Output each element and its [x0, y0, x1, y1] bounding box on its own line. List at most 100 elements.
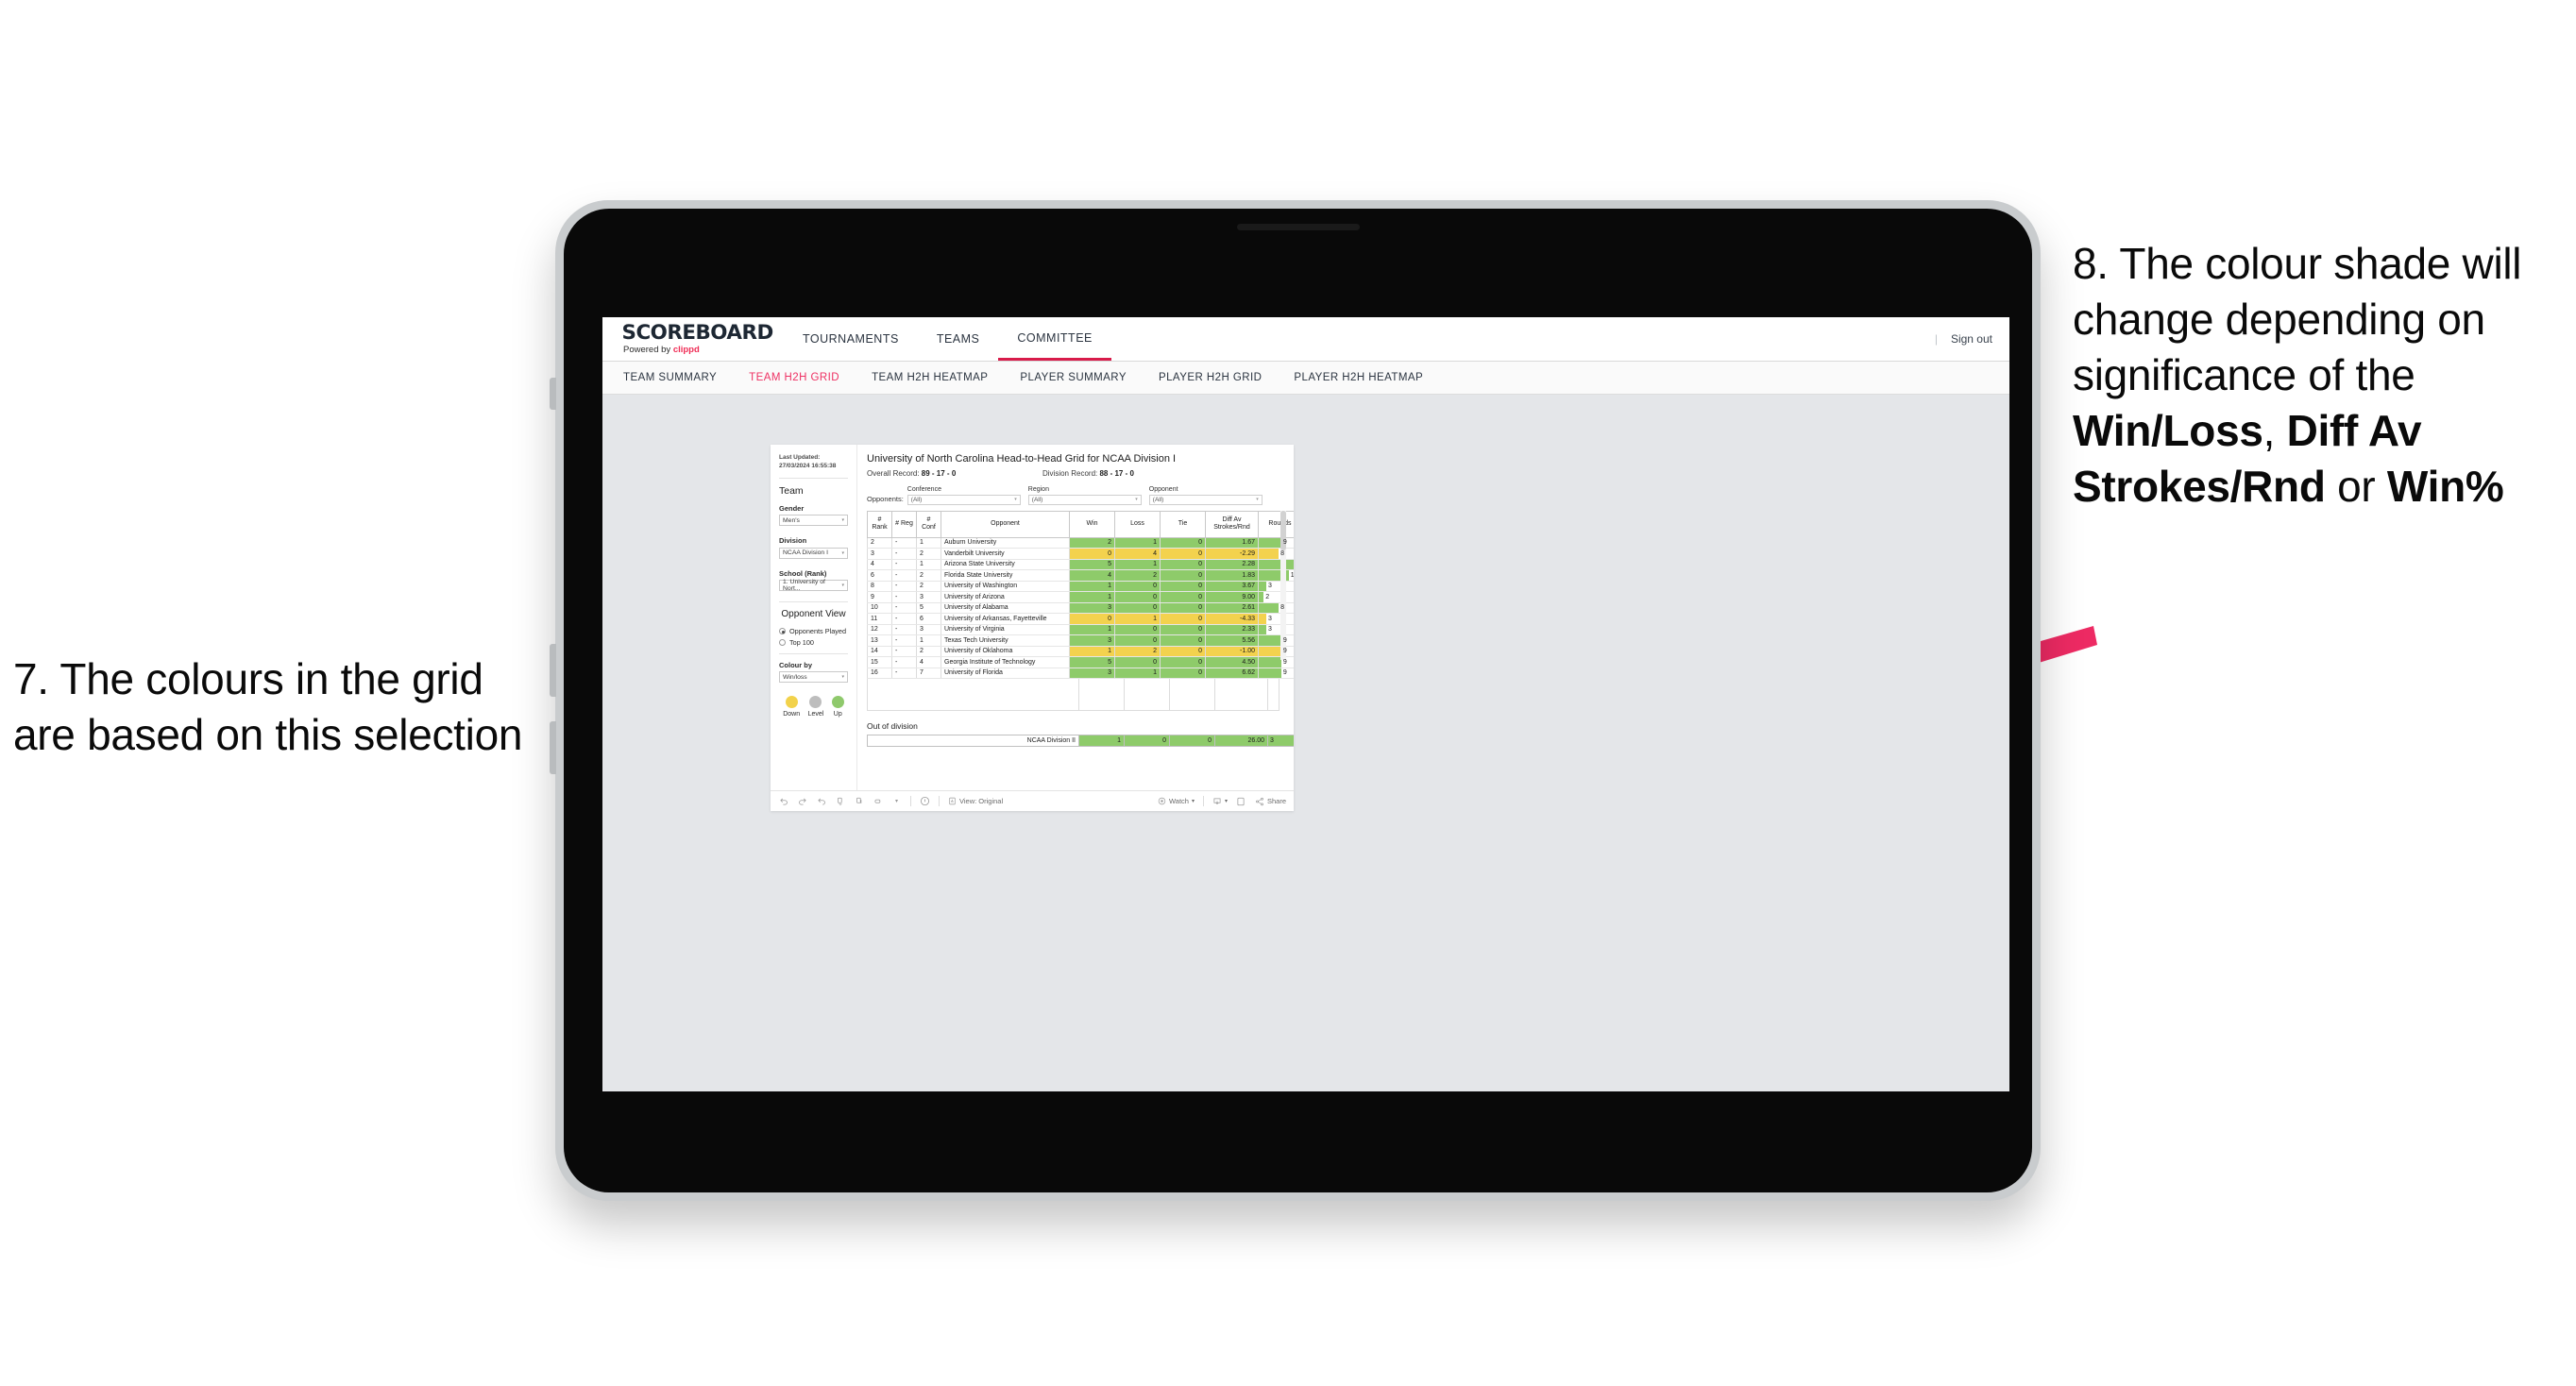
cell-loss: 1 [1114, 668, 1161, 679]
table-row: NCAA Division II 1 0 0 26.00 3 [867, 735, 1294, 747]
watch-button[interactable]: Watch ▾ [1158, 797, 1195, 805]
empty-cell-win [1079, 679, 1125, 710]
school-select[interactable]: 1. University of Nort... ▾ [779, 579, 848, 593]
brand-logo[interactable]: SCOREBOARD Powered by clippd [622, 323, 774, 356]
table-head: # Rank # Reg # Conf Opponent Win Loss Ti… [867, 510, 1294, 538]
tab-player-summary[interactable]: PLAYER SUMMARY [1020, 372, 1127, 383]
gender-value: Men's [783, 516, 800, 524]
viz-main: University of North Carolina Head-to-Hea… [857, 445, 1294, 790]
cell-rank: 4 [867, 559, 892, 570]
nav-teams[interactable]: TEAMS [918, 317, 999, 361]
tablet-button-volume-up [550, 644, 556, 697]
table-row: 12-3 University of Virginia 1 0 0 2.33 3 [867, 624, 1294, 635]
cell-conf: 2 [916, 548, 941, 560]
col-conf-label: # Conf [922, 516, 936, 531]
pause-icon[interactable] [854, 796, 864, 806]
cell-rounds: 9 [1258, 634, 1294, 647]
cell-win: 3 [1069, 668, 1115, 679]
top-navigation-bar: SCOREBOARD Powered by clippd TOURNAMENTS… [602, 317, 2009, 362]
filter-opponent-select[interactable]: (All) ▾ [1148, 494, 1263, 505]
division-value: NCAA Division I [783, 549, 828, 557]
filter-region-label: Region [1027, 486, 1049, 493]
division-select[interactable]: NCAA Division I ▾ [779, 547, 848, 559]
annotation-8: 8. The colour shade will change dependin… [2073, 236, 2576, 514]
cell-win: 1 [1069, 591, 1115, 603]
tab-team-summary[interactable]: TEAM SUMMARY [623, 372, 717, 383]
col-rank-label: # Rank [872, 516, 888, 531]
rounds-bar [1259, 668, 1281, 678]
tab-team-h2h-heatmap[interactable]: TEAM H2H HEATMAP [872, 372, 988, 383]
cell-conf: 1 [916, 537, 941, 549]
cell-opponent: University of Arkansas, Fayetteville [941, 613, 1070, 625]
cell-rank: 15 [867, 656, 892, 668]
division-record-value: 88 - 17 - 0 [1099, 469, 1134, 478]
out-of-division-table: NCAA Division II 1 0 0 26.00 3 [867, 735, 1294, 747]
cell-rounds: 9 [1258, 668, 1294, 679]
brand-tagline: Powered by clippd [623, 345, 761, 355]
table-body: 2-1 Auburn University 2 1 0 1.67 9 3-2 Vanderbil… [867, 537, 1294, 679]
sign-out-link[interactable]: Sign out [1951, 332, 1992, 346]
chevron-down-icon[interactable]: ▾ [891, 796, 902, 806]
filter-opponent-value: (All) [1152, 496, 1164, 503]
col-loss: Loss [1114, 510, 1161, 538]
col-reg: # Reg [891, 510, 917, 538]
redo-icon[interactable] [797, 796, 807, 806]
ood-win: 1 [1078, 735, 1125, 747]
view-original-button[interactable]: View: Original [948, 797, 1003, 805]
ood-loss: 0 [1124, 735, 1170, 747]
legend-dot-down [785, 696, 798, 709]
gender-field: Gender Men's ▾ [779, 504, 848, 527]
colour-by-select[interactable]: Win/loss ▾ [779, 671, 848, 684]
col-conf: # Conf [916, 510, 941, 538]
tablet-device: SCOREBOARD Powered by clippd TOURNAMENTS… [550, 200, 2041, 1201]
radio-top-100[interactable]: Top 100 [779, 638, 848, 647]
tab-team-h2h-grid[interactable]: TEAM H2H GRID [749, 372, 839, 383]
revert-icon[interactable] [816, 796, 826, 806]
gender-select[interactable]: Men's ▾ [779, 515, 848, 527]
alert-icon[interactable] [920, 796, 930, 806]
cell-diff: 3.67 [1205, 581, 1259, 592]
table-row: 15-4 Georgia Institute of Technology 5 0 0 4.… [867, 656, 1294, 668]
records-row: Overall Record: 89 - 17 - 0 Division Rec… [867, 469, 1284, 478]
fullscreen-icon[interactable] [1236, 796, 1246, 806]
rounds-value: 3 [1267, 583, 1272, 590]
download-button[interactable]: ▾ [1212, 797, 1228, 806]
filter-conference-select[interactable]: (All) ▾ [907, 494, 1021, 505]
tab-player-h2h-grid[interactable]: PLAYER H2H GRID [1159, 372, 1262, 383]
filter-conference-value: (All) [910, 496, 923, 503]
cell-diff: 1.67 [1205, 537, 1259, 549]
filter-region-select[interactable]: (All) ▾ [1027, 494, 1142, 505]
rounds-bar [1259, 646, 1281, 656]
share-button[interactable]: Share [1255, 797, 1286, 806]
annotation-8-bold-winpct: Win% [2386, 461, 2504, 511]
presentation-icon[interactable] [873, 796, 883, 806]
radio-opponents-played[interactable]: Opponents Played [779, 627, 848, 635]
nav-committee[interactable]: COMMITTEE [998, 317, 1111, 361]
last-updated-label: Last Updated: [779, 454, 821, 461]
chevron-down-icon: ▾ [841, 583, 844, 589]
legend-label-level: Level [807, 711, 824, 718]
cell-rank: 9 [867, 591, 892, 603]
school-value: 1. University of Nort... [783, 579, 825, 593]
cell-rounds: 3 [1258, 613, 1294, 625]
cell-rounds: 9 [1258, 656, 1294, 668]
dashboard-canvas: Last Updated: 27/03/2024 16:55:38 Team G… [602, 395, 2009, 1091]
radio-opponents-played-label: Opponents Played [789, 627, 847, 636]
tab-player-h2h-heatmap[interactable]: PLAYER H2H HEATMAP [1294, 372, 1423, 383]
chevron-down-icon: ▾ [1256, 497, 1259, 502]
cell-loss: 0 [1114, 591, 1161, 603]
head-to-head-table: # Rank # Reg # Conf Opponent Win Loss Ti… [867, 510, 1294, 680]
opponent-filters: Opponents: Conference (All) ▾ Region (Al… [867, 486, 1284, 505]
nav-tournaments[interactable]: TOURNAMENTS [784, 317, 918, 361]
cell-rank: 16 [867, 668, 892, 679]
cell-rank: 14 [867, 646, 892, 657]
undo-icon[interactable] [778, 796, 788, 806]
cell-opponent: Arizona State University [941, 559, 1070, 570]
cell-loss: 0 [1114, 624, 1161, 635]
refresh-icon[interactable] [835, 796, 845, 806]
cell-win: 0 [1069, 613, 1115, 625]
cell-diff: 4.50 [1205, 656, 1259, 668]
cell-opponent: University of Alabama [941, 602, 1070, 614]
cell-rounds: 3 [1258, 581, 1294, 592]
division-label: Division [779, 536, 807, 546]
